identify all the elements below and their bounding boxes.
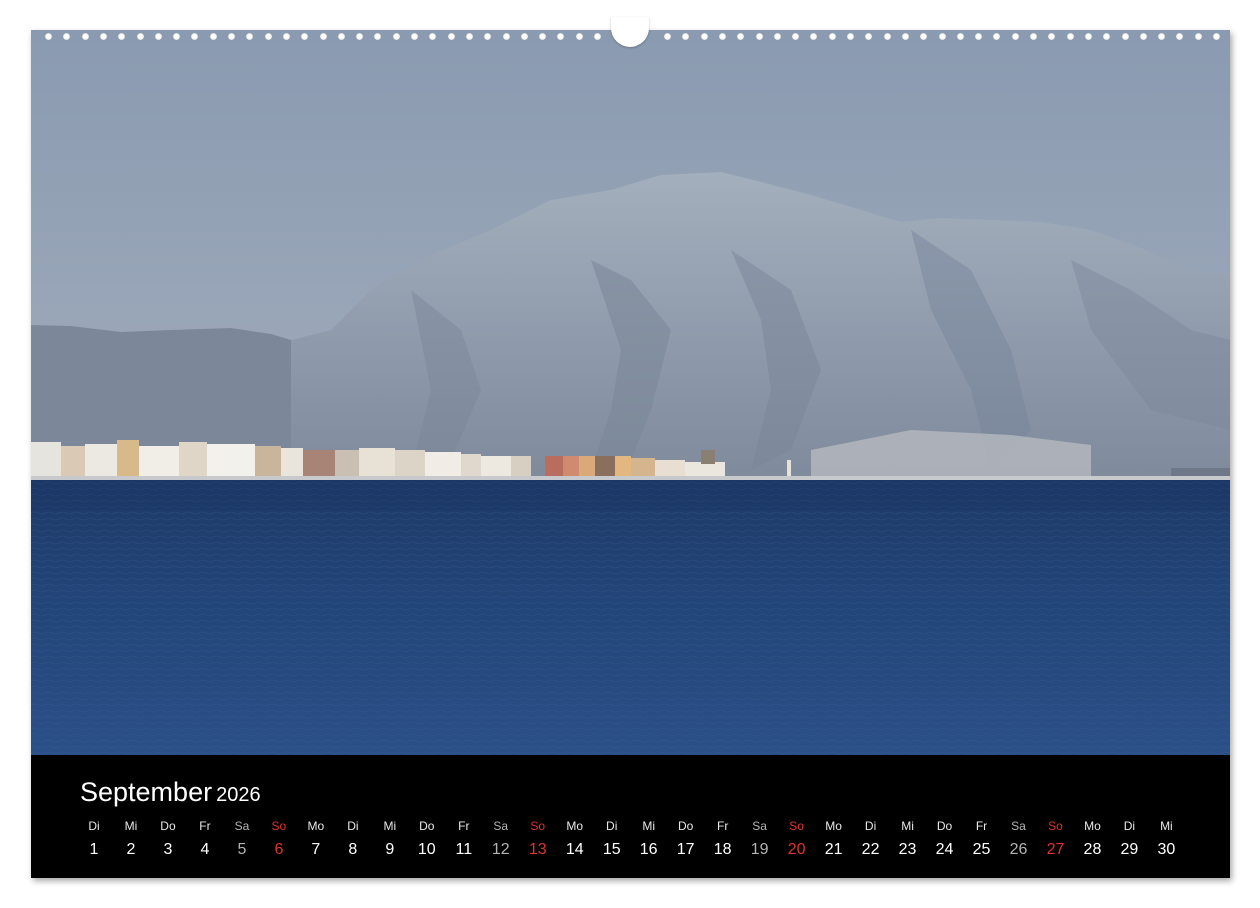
day-number: 29: [1120, 841, 1139, 858]
day-column: Di 29: [1109, 817, 1149, 860]
day-column: Di 22: [851, 817, 891, 860]
day-column: Fr 25: [962, 817, 1002, 860]
weekday-label: Mi: [642, 819, 656, 833]
day-number: 3: [163, 841, 173, 858]
day-number: 24: [935, 841, 954, 858]
weekday-label: Fr: [975, 819, 988, 833]
weekday-label: Di: [606, 819, 618, 833]
weekday-label: So: [530, 819, 546, 833]
day-number: 10: [417, 841, 436, 858]
day-number: 19: [750, 841, 769, 858]
day-column: Mo 21: [814, 817, 854, 860]
day-number: 7: [311, 841, 321, 858]
day-number: 8: [348, 841, 358, 858]
weekday-label: Do: [936, 819, 953, 833]
month-name: September: [80, 777, 213, 807]
day-number: 28: [1083, 841, 1102, 858]
day-number: 6: [274, 841, 284, 858]
day-number: 14: [565, 841, 584, 858]
day-number: 26: [1009, 841, 1028, 858]
day-column: So 20: [777, 817, 817, 860]
day-column: Do 24: [925, 817, 965, 860]
day-number: 11: [455, 841, 473, 858]
day-column: Fr 11: [444, 817, 484, 860]
day-column: Sa 19: [740, 817, 780, 860]
weekday-label: Di: [88, 819, 100, 833]
calendar-strip: September 2026 Di 1 Mi 2 Do 3 Fr 4 Sa 5 So 6 Mo 7 Di 8 Mi…: [31, 755, 1230, 878]
day-column: So 27: [1035, 817, 1075, 860]
weekday-label: Mo: [825, 819, 842, 833]
weekday-label: So: [789, 819, 804, 833]
calendar-page: September 2026 Di 1 Mi 2 Do 3 Fr 4 Sa 5 So 6 Mo 7 Di 8 Mi…: [31, 30, 1230, 878]
day-number: 30: [1157, 841, 1176, 858]
day-column: Do 10: [407, 817, 447, 860]
day-number: 4: [200, 841, 210, 858]
day-number: 5: [237, 841, 247, 858]
day-number: 17: [676, 841, 695, 858]
day-number: 22: [861, 841, 880, 858]
weekday-label: Do: [678, 819, 694, 833]
landscape-photo: [31, 30, 1230, 755]
day-number: 25: [972, 841, 991, 858]
day-column: So 13: [518, 817, 558, 860]
weekday-label: Mi: [1160, 819, 1173, 833]
weekday-label: Di: [864, 819, 877, 833]
weekday-label: Sa: [752, 819, 767, 833]
weekday-label: Fr: [199, 819, 211, 833]
day-column: Mo 7: [296, 817, 336, 860]
day-number: 20: [787, 841, 806, 858]
weekday-label: Do: [419, 819, 435, 833]
day-column: Sa 12: [481, 817, 521, 860]
weekday-label: So: [271, 819, 287, 833]
day-column: Mi 9: [370, 817, 410, 860]
weekday-label: Mo: [1084, 819, 1101, 833]
day-number: 9: [385, 841, 395, 858]
day-number: 21: [824, 841, 843, 858]
day-number: 23: [898, 841, 917, 858]
weekday-label: Fr: [458, 819, 470, 833]
weekday-label: Mo: [307, 819, 325, 833]
weekday-label: So: [1048, 819, 1063, 833]
day-column: Sa 26: [999, 817, 1039, 860]
day-number: 18: [713, 841, 732, 858]
day-column: Di 8: [333, 817, 373, 860]
day-column: Do 3: [148, 817, 188, 860]
day-column: Di 1: [74, 817, 114, 860]
weekday-label: Do: [160, 819, 176, 833]
weekday-label: Sa: [234, 819, 250, 833]
day-number: 12: [491, 841, 510, 858]
day-number: 2: [126, 841, 136, 858]
weekday-label: Mi: [901, 819, 914, 833]
weekday-label: Di: [347, 819, 359, 833]
day-number: 27: [1046, 841, 1065, 858]
weekday-label: Mo: [566, 819, 584, 833]
day-number: 1: [89, 841, 99, 858]
day-column: Mi 16: [629, 817, 669, 860]
day-column: Fr 18: [703, 817, 743, 860]
day-column: Mo 28: [1072, 817, 1112, 860]
weekday-label: Mi: [383, 819, 397, 833]
month-year: 2026: [216, 784, 261, 806]
day-column: Mi 2: [111, 817, 151, 860]
weekday-label: Fr: [716, 819, 729, 833]
day-column: So 6: [259, 817, 299, 860]
weekday-label: Sa: [493, 819, 509, 833]
day-column: Do 17: [666, 817, 706, 860]
weekday-label: Di: [1123, 819, 1136, 833]
month-title: September 2026: [80, 777, 261, 808]
day-column: Sa 5: [222, 817, 262, 860]
weekday-label: Sa: [1011, 819, 1026, 833]
day-number: 15: [602, 841, 621, 858]
day-column: Mi 30: [1146, 817, 1186, 860]
weekday-label: Mi: [124, 819, 138, 833]
day-column: Di 15: [592, 817, 632, 860]
day-column: Mi 23: [888, 817, 928, 860]
day-column: Mo 14: [555, 817, 595, 860]
day-number: 16: [639, 841, 658, 858]
day-number: 13: [528, 841, 547, 858]
day-column: Fr 4: [185, 817, 225, 860]
